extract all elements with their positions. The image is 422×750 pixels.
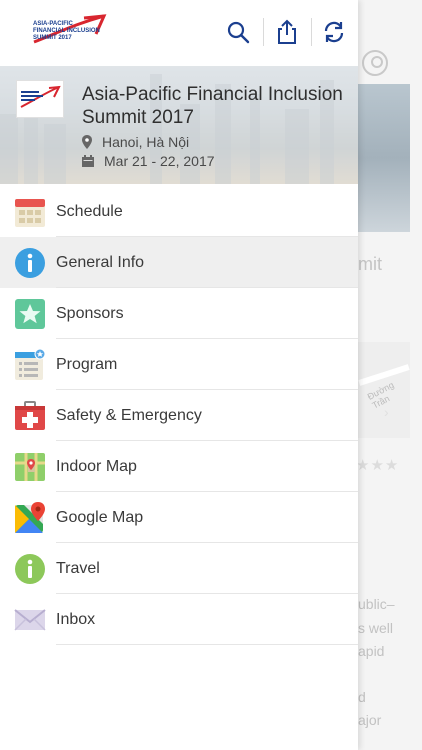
event-title: Asia-Pacific Financial Inclusion Summit … <box>82 84 343 128</box>
menu-item-travel[interactable]: Travel <box>0 543 358 594</box>
program-list-icon <box>14 348 46 381</box>
summit-logo: ASIA-PACIFIC FINANCIAL INCLUSION SUMMIT … <box>30 12 110 52</box>
menu-item-label: Indoor Map <box>56 458 137 475</box>
background-hero-image <box>358 84 410 232</box>
menu-item-label: Travel <box>56 560 100 577</box>
share-icon[interactable] <box>273 18 301 46</box>
star-icon <box>14 298 46 330</box>
event-dates: Mar 21 - 22, 2017 <box>104 153 215 169</box>
refresh-icon[interactable] <box>320 18 348 46</box>
drawer-top-bar: ASIA-PACIFIC FINANCIAL INCLUSION SUMMIT … <box>0 0 358 66</box>
event-logo <box>16 80 64 118</box>
google-map-icon <box>14 502 46 534</box>
event-dates-row: Mar 21 - 22, 2017 <box>82 153 215 169</box>
menu-item-program[interactable]: Program <box>0 339 358 390</box>
menu-item-label: Safety & Emergency <box>56 407 202 424</box>
chevron-right-icon[interactable]: › <box>384 404 389 420</box>
info-icon <box>14 247 46 279</box>
event-location-row: Hanoi, Hà Nội <box>82 134 189 150</box>
logo-text: ASIA-PACIFIC <box>33 21 74 27</box>
menu-item-safety-emergency[interactable]: Safety & Emergency <box>0 390 358 441</box>
logo-text: SUMMIT 2017 <box>33 35 72 41</box>
menu-item-general-info[interactable]: General Info <box>0 237 358 288</box>
indoor-map-icon <box>14 451 46 483</box>
menu-item-label: Google Map <box>56 509 144 526</box>
background-text-line: d <box>358 689 366 705</box>
profile-icon[interactable] <box>362 50 388 76</box>
background-text-line: apid <box>358 643 385 659</box>
calendar-small-icon <box>82 155 94 167</box>
event-header: Asia-Pacific Financial Inclusion Summit … <box>0 66 358 184</box>
background-text-line: ublic– <box>358 596 395 612</box>
background-title-fragment: mit <box>358 254 382 274</box>
menu-item-label: General Info <box>56 254 145 271</box>
menu-item-sponsors[interactable]: Sponsors <box>0 288 358 339</box>
background-text-line: ajor <box>358 712 382 728</box>
envelope-icon <box>14 604 46 636</box>
background-map-preview[interactable]: Đường Trần <box>358 342 410 438</box>
background-text-line: s well <box>358 620 394 636</box>
first-aid-kit-icon <box>14 400 46 432</box>
navigation-drawer: ASIA-PACIFIC FINANCIAL INCLUSION SUMMIT … <box>0 0 358 750</box>
menu-item-label: Program <box>56 356 118 373</box>
menu-item-schedule[interactable]: Schedule <box>0 186 358 237</box>
travel-info-icon <box>14 553 46 585</box>
menu-item-google-map[interactable]: Google Map <box>0 492 358 543</box>
menu-item-label: Inbox <box>56 611 96 628</box>
toolbar-divider <box>311 18 312 46</box>
logo-text: FINANCIAL INCLUSION <box>33 28 100 34</box>
toolbar-divider <box>263 18 264 46</box>
menu-item-label: Sponsors <box>56 305 124 322</box>
location-pin-icon <box>82 135 92 149</box>
drawer-menu: Schedule General Info Sponsors Program S… <box>0 186 358 645</box>
search-icon[interactable] <box>224 18 252 46</box>
event-location: Hanoi, Hà Nội <box>102 134 190 150</box>
menu-item-label: Schedule <box>56 203 123 220</box>
rating-stars: ★★★ <box>356 457 400 474</box>
menu-item-inbox[interactable]: Inbox <box>0 594 358 645</box>
menu-item-indoor-map[interactable]: Indoor Map <box>0 441 358 492</box>
calendar-icon <box>14 196 46 228</box>
